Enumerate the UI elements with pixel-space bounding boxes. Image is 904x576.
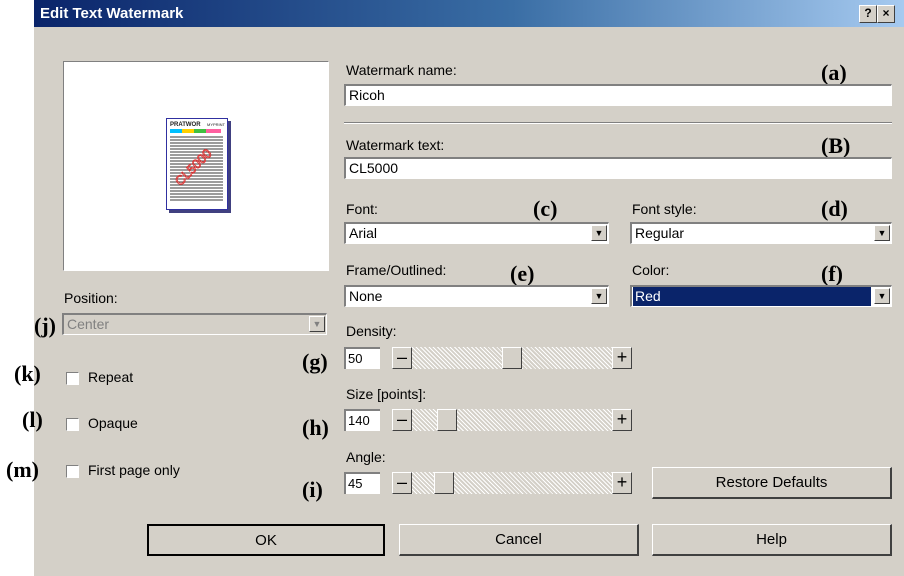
color-select[interactable]: Red ▼ — [630, 285, 892, 307]
separator-line — [344, 122, 892, 124]
annotation-f: (f) — [821, 261, 843, 286]
angle-decrease-button[interactable]: – — [392, 472, 412, 494]
chevron-down-icon[interactable]: ▼ — [874, 288, 890, 304]
preview-page-icon: PRATWOR MYPRINT CL5000 — [166, 118, 228, 210]
angle-label: Angle: — [346, 449, 386, 465]
watermark-preview: PRATWOR MYPRINT CL5000 — [63, 61, 329, 271]
opaque-label: Opaque — [88, 415, 138, 431]
doc-header-text: PRATWOR — [170, 122, 201, 128]
close-button[interactable]: × — [877, 5, 895, 23]
frame-select[interactable]: None ▼ — [344, 285, 609, 307]
annotation-b: (B) — [821, 133, 851, 158]
font-value: Arial — [349, 225, 378, 241]
window-title: Edit Text Watermark — [40, 5, 184, 22]
watermark-name-label: Watermark name: — [346, 62, 457, 78]
watermark-text-label: Watermark text: — [346, 137, 445, 153]
opaque-checkbox[interactable] — [66, 418, 79, 431]
color-label: Color: — [632, 262, 670, 278]
size-value[interactable]: 140 — [344, 409, 380, 431]
size-label: Size [points]: — [346, 386, 427, 402]
first-page-only-label: First page only — [88, 462, 180, 478]
annotation-h: (h) — [302, 415, 329, 440]
font-select[interactable]: Arial ▼ — [344, 222, 609, 244]
chevron-down-icon[interactable]: ▼ — [591, 288, 607, 304]
restore-defaults-button[interactable]: Restore Defaults — [652, 467, 892, 499]
chevron-down-icon[interactable]: ▼ — [591, 225, 607, 241]
cancel-button[interactable]: Cancel — [399, 524, 639, 556]
density-slider-thumb[interactable] — [502, 347, 522, 369]
first-page-only-checkbox[interactable] — [66, 465, 79, 478]
frame-value: None — [349, 288, 383, 304]
chevron-down-icon: ▼ — [309, 316, 325, 332]
position-select[interactable]: Center ▼ — [62, 313, 327, 335]
help-title-button[interactable]: ? — [859, 5, 877, 23]
angle-value[interactable]: 45 — [344, 472, 380, 494]
position-value: Center — [67, 316, 110, 332]
density-increase-button[interactable]: + — [612, 347, 632, 369]
annotation-l: (l) — [22, 407, 43, 432]
density-value[interactable]: 50 — [344, 347, 380, 369]
annotation-d: (d) — [821, 196, 848, 221]
annotation-i: (i) — [302, 477, 323, 502]
watermark-name-input[interactable]: Ricoh — [344, 84, 892, 106]
chevron-down-icon[interactable]: ▼ — [874, 225, 890, 241]
annotation-m: (m) — [6, 457, 39, 482]
size-slider-thumb[interactable] — [437, 409, 457, 431]
angle-slider-track[interactable] — [412, 472, 612, 494]
annotation-c: (c) — [533, 196, 558, 221]
annotation-g: (g) — [302, 349, 328, 374]
font-label: Font: — [346, 201, 378, 217]
size-decrease-button[interactable]: – — [392, 409, 412, 431]
font-style-select[interactable]: Regular ▼ — [630, 222, 892, 244]
annotation-e: (e) — [510, 261, 535, 286]
frame-label: Frame/Outlined: — [346, 262, 447, 278]
annotation-j: (j) — [34, 313, 56, 338]
size-slider-track[interactable] — [412, 409, 612, 431]
color-value: Red — [633, 287, 871, 306]
ok-button[interactable]: OK — [147, 524, 385, 556]
size-increase-button[interactable]: + — [612, 409, 632, 431]
repeat-checkbox[interactable] — [66, 372, 79, 385]
repeat-label: Repeat — [88, 369, 134, 385]
density-label: Density: — [346, 323, 397, 339]
watermark-text-input[interactable]: CL5000 — [344, 157, 892, 179]
help-button[interactable]: Help — [652, 524, 892, 556]
annotation-a: (a) — [821, 60, 847, 85]
density-decrease-button[interactable]: – — [392, 347, 412, 369]
doc-header-right-text: MYPRINT — [207, 122, 226, 127]
font-style-label: Font style: — [632, 201, 697, 217]
font-style-value: Regular — [635, 225, 685, 241]
angle-increase-button[interactable]: + — [612, 472, 632, 494]
position-label: Position: — [64, 290, 118, 306]
angle-slider-thumb[interactable] — [434, 472, 454, 494]
annotation-k: (k) — [14, 361, 41, 386]
density-slider-track[interactable] — [412, 347, 612, 369]
